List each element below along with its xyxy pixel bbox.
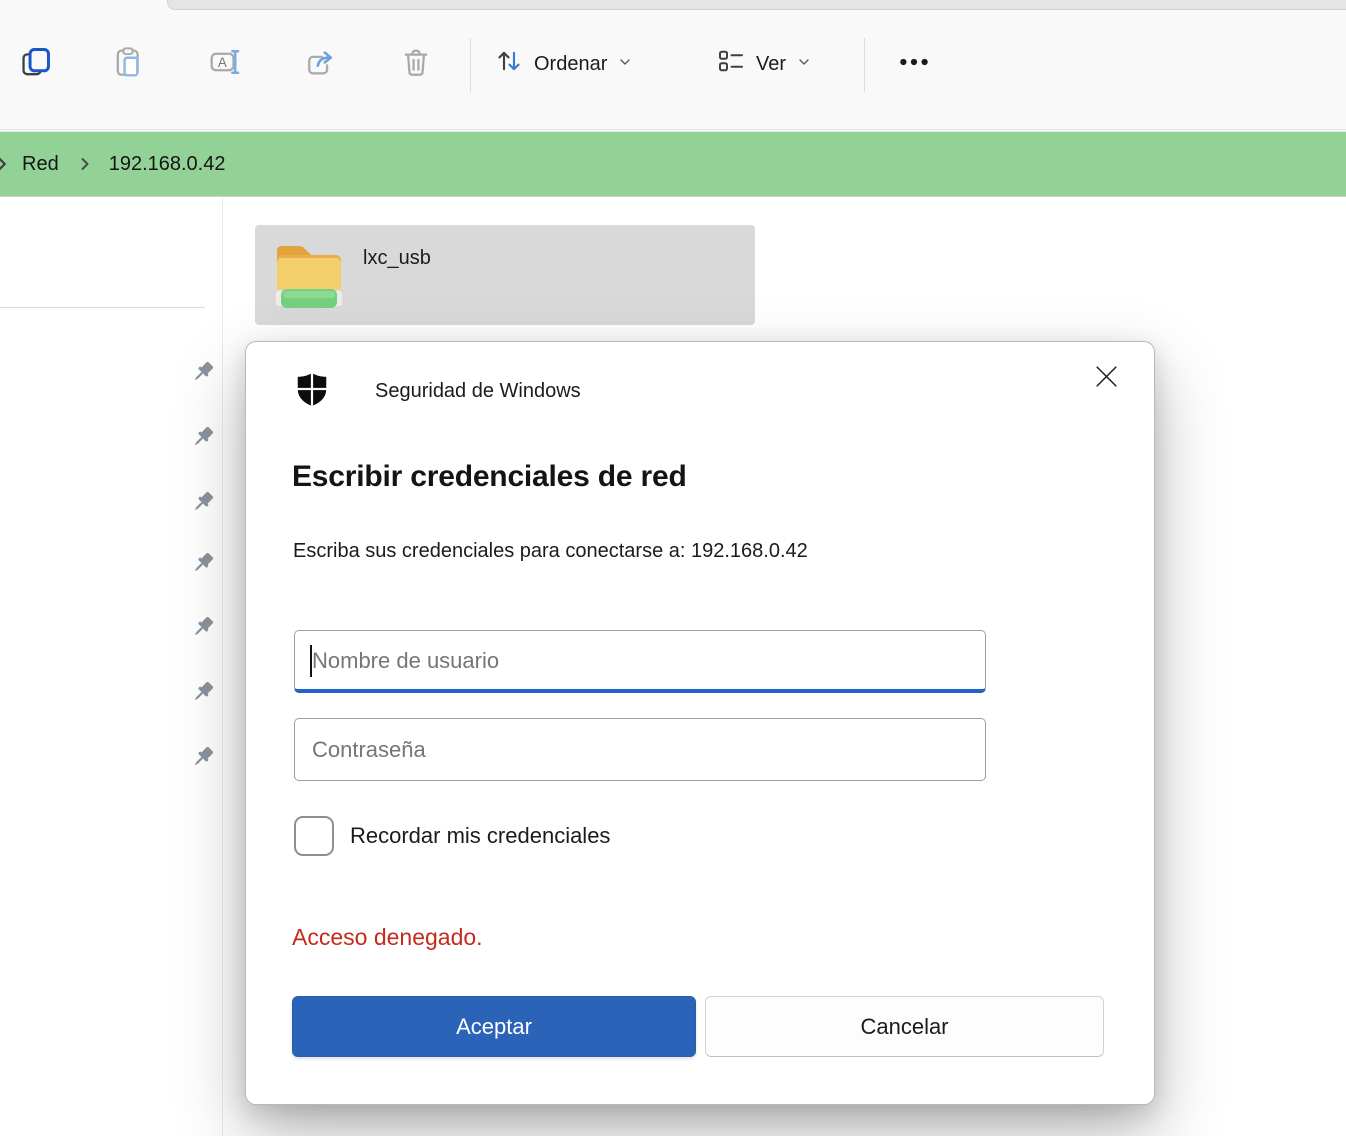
pushpin-icon [190, 744, 216, 770]
view-list-icon [716, 46, 746, 82]
remember-label: Recordar mis credenciales [350, 823, 610, 849]
chevron-down-icon [617, 53, 633, 76]
sort-label: Ordenar [534, 53, 607, 76]
view-button[interactable]: Ver [716, 44, 812, 84]
more-options-button[interactable] [890, 44, 938, 84]
sidebar-divider[interactable] [222, 198, 223, 1136]
chevron-right-icon[interactable] [0, 153, 13, 175]
pushpin-icon [190, 550, 216, 576]
remember-checkbox[interactable] [294, 816, 334, 856]
ellipsis-icon [897, 45, 931, 84]
delete-button[interactable] [396, 44, 436, 84]
file-explorer-window: A [0, 0, 1346, 1136]
paste-button[interactable] [108, 44, 148, 84]
breadcrumb-item-red[interactable]: Red [22, 153, 59, 176]
pushpin-icon [190, 424, 216, 450]
file-name: lxc_usb [363, 247, 431, 270]
dialog-subheading: Escriba sus credenciales para conectarse… [293, 540, 808, 563]
rename-button[interactable]: A [205, 44, 245, 84]
sidebar-section-divider [0, 307, 205, 308]
tab-strip-remnant [167, 0, 1346, 10]
paste-icon [111, 45, 145, 84]
rename-icon: A [208, 45, 242, 84]
remember-credentials-row[interactable]: Recordar mis credenciales [294, 816, 610, 856]
pushpin-icon [190, 359, 216, 385]
pushpin-icon [190, 614, 216, 640]
sort-arrows-icon [494, 46, 524, 82]
copy-button[interactable] [16, 44, 56, 84]
username-field-wrap [294, 630, 986, 693]
sort-button[interactable]: Ordenar [494, 44, 633, 84]
pushpin-icon [190, 489, 216, 515]
address-bar[interactable]: Red 192.168.0.42 [0, 131, 1346, 197]
error-message: Acceso denegado. [292, 924, 483, 951]
username-input[interactable] [294, 630, 986, 693]
breadcrumb-item-host[interactable]: 192.168.0.42 [109, 153, 226, 176]
close-x-icon [1094, 364, 1119, 392]
command-toolbar: A [0, 0, 1346, 130]
password-input[interactable] [294, 718, 986, 781]
windows-security-dialog: Seguridad de Windows Escribir credencial… [245, 341, 1155, 1105]
view-label: Ver [756, 53, 786, 76]
pushpin-icon [190, 679, 216, 705]
windows-security-shield-icon [293, 370, 331, 408]
toolbar-separator [470, 38, 471, 92]
dialog-heading: Escribir credenciales de red [292, 460, 687, 494]
close-button[interactable] [1088, 360, 1124, 396]
svg-text:A: A [218, 54, 227, 69]
accept-button[interactable]: Aceptar [292, 996, 696, 1057]
chevron-right-icon[interactable] [75, 154, 95, 174]
toolbar-separator [864, 38, 865, 92]
folder-usb-icon [269, 235, 349, 315]
copy-icon [19, 45, 53, 84]
cancel-button[interactable]: Cancelar [705, 996, 1104, 1057]
share-button[interactable] [300, 44, 340, 84]
password-field-wrap [294, 718, 986, 781]
text-caret [310, 645, 312, 677]
dialog-app-title: Seguridad de Windows [375, 380, 581, 403]
file-item-lxc-usb[interactable]: lxc_usb [255, 225, 755, 325]
trash-icon [399, 45, 433, 84]
share-icon [303, 45, 337, 84]
chevron-down-icon [796, 53, 812, 76]
